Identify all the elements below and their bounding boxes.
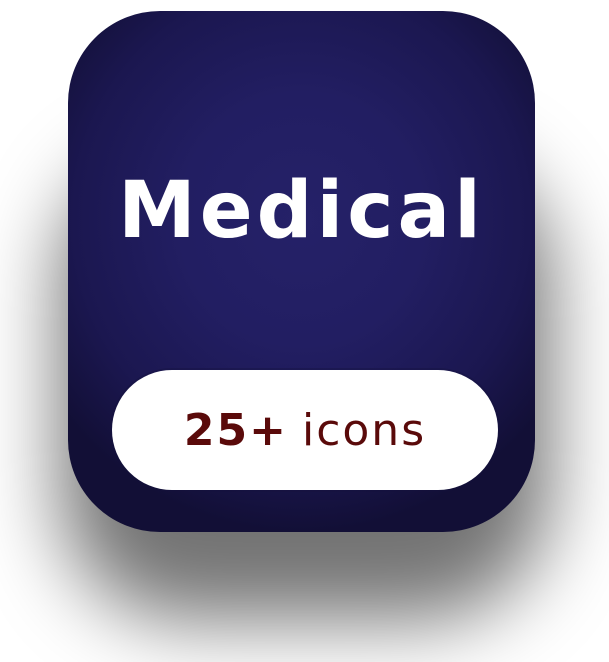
category-card[interactable]: Medical 25+ icons: [68, 11, 535, 532]
badge-canvas: Medical 25+ icons: [0, 0, 609, 662]
icon-count-unit: icons: [301, 404, 427, 456]
icon-count-pill[interactable]: 25+ icons: [112, 370, 498, 490]
category-title: Medical: [118, 166, 485, 256]
icon-count: 25+: [183, 404, 288, 456]
